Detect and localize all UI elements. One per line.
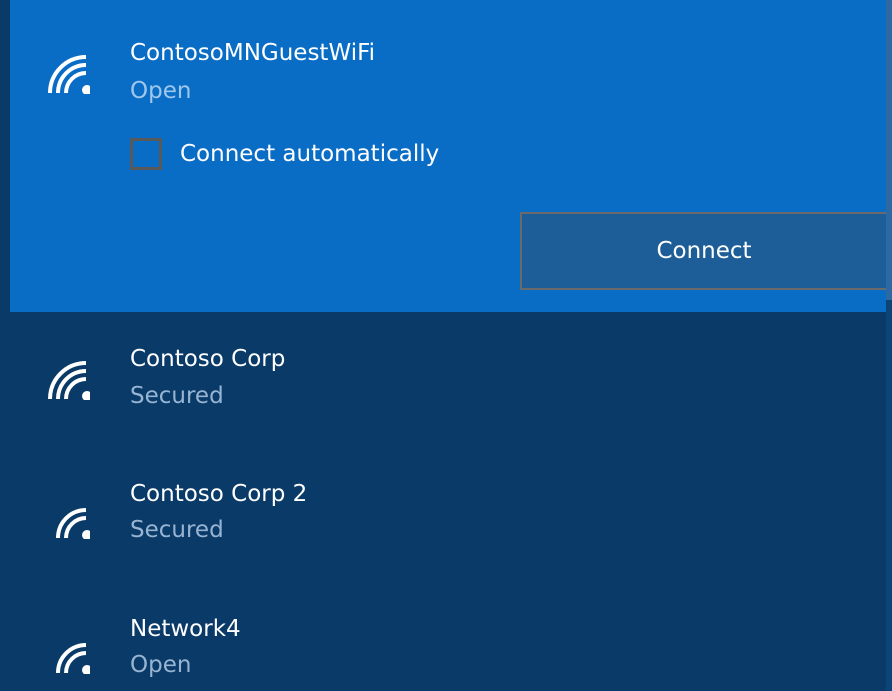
wifi-signal-full-icon [48, 55, 90, 94]
checkbox-label: Connect automatically [180, 141, 440, 167]
network-status: Secured [130, 517, 224, 543]
network-item-contoso-corp-2[interactable]: Contoso Corp 2 Secured [10, 465, 886, 585]
network-flyout: ContosoMNGuestWiFi Open Connect automati… [0, 0, 892, 691]
connect-automatically-checkbox[interactable]: Connect automatically [130, 135, 439, 173]
network-item-contoso-corp[interactable]: Contoso Corp Secured [10, 330, 886, 450]
wifi-signal-medium-icon [56, 508, 90, 539]
connect-button[interactable]: Connect [520, 212, 888, 290]
wifi-signal-full-icon [48, 361, 90, 400]
checkbox-box[interactable] [130, 138, 162, 170]
network-status: Open [130, 78, 192, 104]
network-name: Contoso Corp 2 [130, 481, 308, 507]
scrollbar-track[interactable] [886, 0, 892, 691]
network-item-network4[interactable]: Network4 Open [10, 600, 886, 691]
network-status: Open [130, 652, 192, 678]
network-status: Secured [130, 383, 224, 409]
network-name: Network4 [130, 616, 241, 642]
scrollbar-thumb[interactable] [886, 0, 892, 300]
network-name: Contoso Corp [130, 346, 286, 372]
wifi-signal-medium-icon [56, 643, 90, 674]
network-name: ContosoMNGuestWiFi [130, 40, 376, 66]
network-item-contosomnguestwifi[interactable]: ContosoMNGuestWiFi Open Connect automati… [10, 0, 888, 312]
